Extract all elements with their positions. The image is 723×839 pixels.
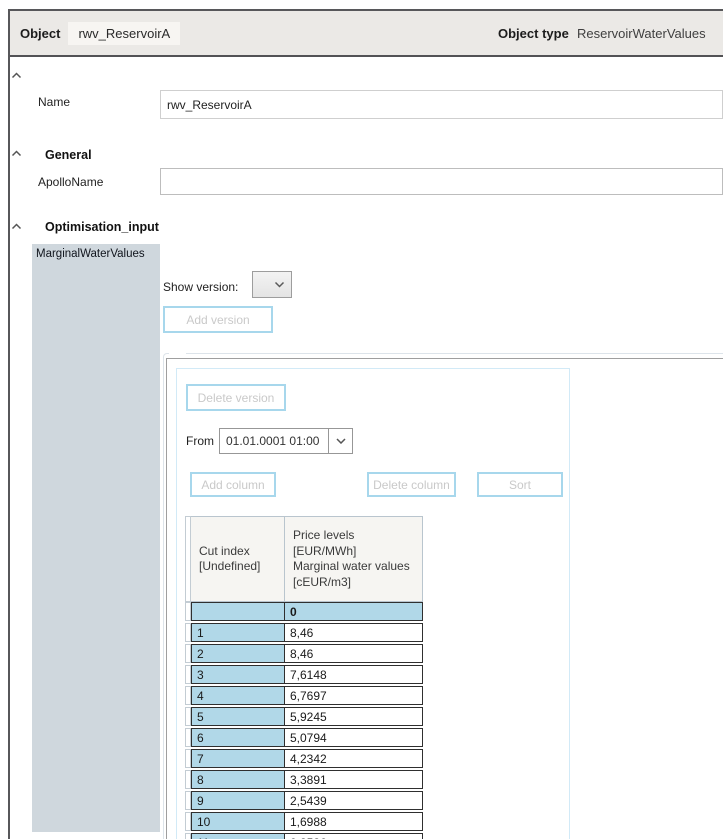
marginal-water-values-label: MarginalWaterValues xyxy=(36,248,145,260)
table-subheader-row[interactable]: 0 xyxy=(185,602,423,621)
cut-index-column-header[interactable]: Cut index [Undefined] xyxy=(191,516,285,602)
chevron-down-icon xyxy=(274,281,285,288)
table-row[interactable]: 4 6,7697 xyxy=(185,686,423,705)
table-row[interactable]: 5 5,9245 xyxy=(185,707,423,726)
row-value-cell[interactable]: 8,46 xyxy=(285,644,423,663)
row-index-cell[interactable]: 3 xyxy=(191,665,285,684)
table-header-row: Cut index [Undefined] Price levels [EUR/… xyxy=(185,516,423,602)
row-value-cell[interactable]: 4,2342 xyxy=(285,749,423,768)
object-type-value: ReservoirWaterValues xyxy=(577,25,706,41)
object-name: rwv_ReservoirA xyxy=(68,21,181,45)
row-index-cell[interactable]: 8 xyxy=(191,770,285,789)
object-type-label: Object type xyxy=(498,25,569,41)
sort-button[interactable]: Sort xyxy=(477,472,563,497)
price-levels-column-header[interactable]: Price levels [EUR/MWh] Marginal water va… xyxy=(285,516,423,602)
row-value-cell[interactable]: 5,0794 xyxy=(285,728,423,747)
object-editor-window: Object rwv_ReservoirA Object type Reserv… xyxy=(0,0,723,839)
row-index-cell[interactable]: 1 xyxy=(191,623,285,642)
row-index-cell[interactable]: 4 xyxy=(191,686,285,705)
table-row[interactable]: 3 7,6148 xyxy=(185,665,423,684)
apollo-name-label: ApolloName xyxy=(38,175,104,189)
object-label: Object xyxy=(20,25,61,41)
optimisation-collapse-chevron-up-icon[interactable] xyxy=(11,223,22,230)
window-border-left xyxy=(8,9,10,839)
table-row[interactable]: 9 2,5439 xyxy=(185,791,423,810)
table-row[interactable]: 6 5,0794 xyxy=(185,728,423,747)
collapse-chevron-up-icon[interactable] xyxy=(11,72,22,79)
combo-arrow-button[interactable] xyxy=(328,429,352,453)
row-index-cell[interactable]: 6 xyxy=(191,728,285,747)
row-value-cell[interactable]: 3,3891 xyxy=(285,770,423,789)
delete-column-button[interactable]: Delete column xyxy=(367,472,456,497)
optimisation-section-title: Optimisation_input xyxy=(45,220,159,234)
delete-version-button[interactable]: Delete version xyxy=(186,384,286,411)
subrow-index-cell[interactable] xyxy=(191,602,285,621)
apollo-name-input[interactable] xyxy=(160,168,723,195)
chevron-down-icon xyxy=(335,438,346,444)
add-column-button[interactable]: Add column xyxy=(190,472,276,497)
table-row[interactable]: 7 4,2342 xyxy=(185,749,423,768)
from-date-value: 01.01.0001 01:00 xyxy=(226,434,320,448)
row-value-cell[interactable]: 7,6148 xyxy=(285,665,423,684)
general-collapse-chevron-up-icon[interactable] xyxy=(11,150,22,157)
subrow-value-cell[interactable]: 0 xyxy=(285,602,423,621)
table-row[interactable]: 10 1,6988 xyxy=(185,812,423,831)
from-label: From xyxy=(186,434,214,448)
show-version-label: Show version: xyxy=(163,280,239,294)
row-value-cell[interactable]: 6,7697 xyxy=(285,686,423,705)
row-index-cell[interactable]: 11 xyxy=(191,833,285,839)
add-version-button[interactable]: Add version xyxy=(163,306,273,333)
row-value-cell[interactable]: 5,9245 xyxy=(285,707,423,726)
version-groupbox-legend-gap xyxy=(169,351,186,356)
row-value-cell[interactable]: 0,8536 xyxy=(285,833,423,839)
row-value-cell[interactable]: 8,46 xyxy=(285,623,423,642)
show-version-dropdown[interactable] xyxy=(252,271,292,298)
table-row[interactable]: 1 8,46 xyxy=(185,623,423,642)
name-field-label: Name xyxy=(38,95,71,109)
row-index-cell[interactable]: 7 xyxy=(191,749,285,768)
marginal-water-values-panel: MarginalWaterValues xyxy=(32,244,160,832)
general-section-title: General xyxy=(45,148,92,162)
row-index-cell[interactable]: 10 xyxy=(191,812,285,831)
from-date-combobox[interactable]: 01.01.0001 01:00 xyxy=(219,428,353,454)
row-index-cell[interactable]: 2 xyxy=(191,644,285,663)
row-index-cell[interactable]: 9 xyxy=(191,791,285,810)
object-header-bar: Object rwv_ReservoirA Object type Reserv… xyxy=(10,11,723,57)
row-index-cell[interactable]: 5 xyxy=(191,707,285,726)
table-row[interactable]: 2 8,46 xyxy=(185,644,423,663)
row-value-cell[interactable]: 1,6988 xyxy=(285,812,423,831)
table-row[interactable]: 8 3,3891 xyxy=(185,770,423,789)
name-input[interactable] xyxy=(160,90,723,119)
row-value-cell[interactable]: 2,5439 xyxy=(285,791,423,810)
table-row[interactable]: 11 0,8536 xyxy=(185,833,423,839)
